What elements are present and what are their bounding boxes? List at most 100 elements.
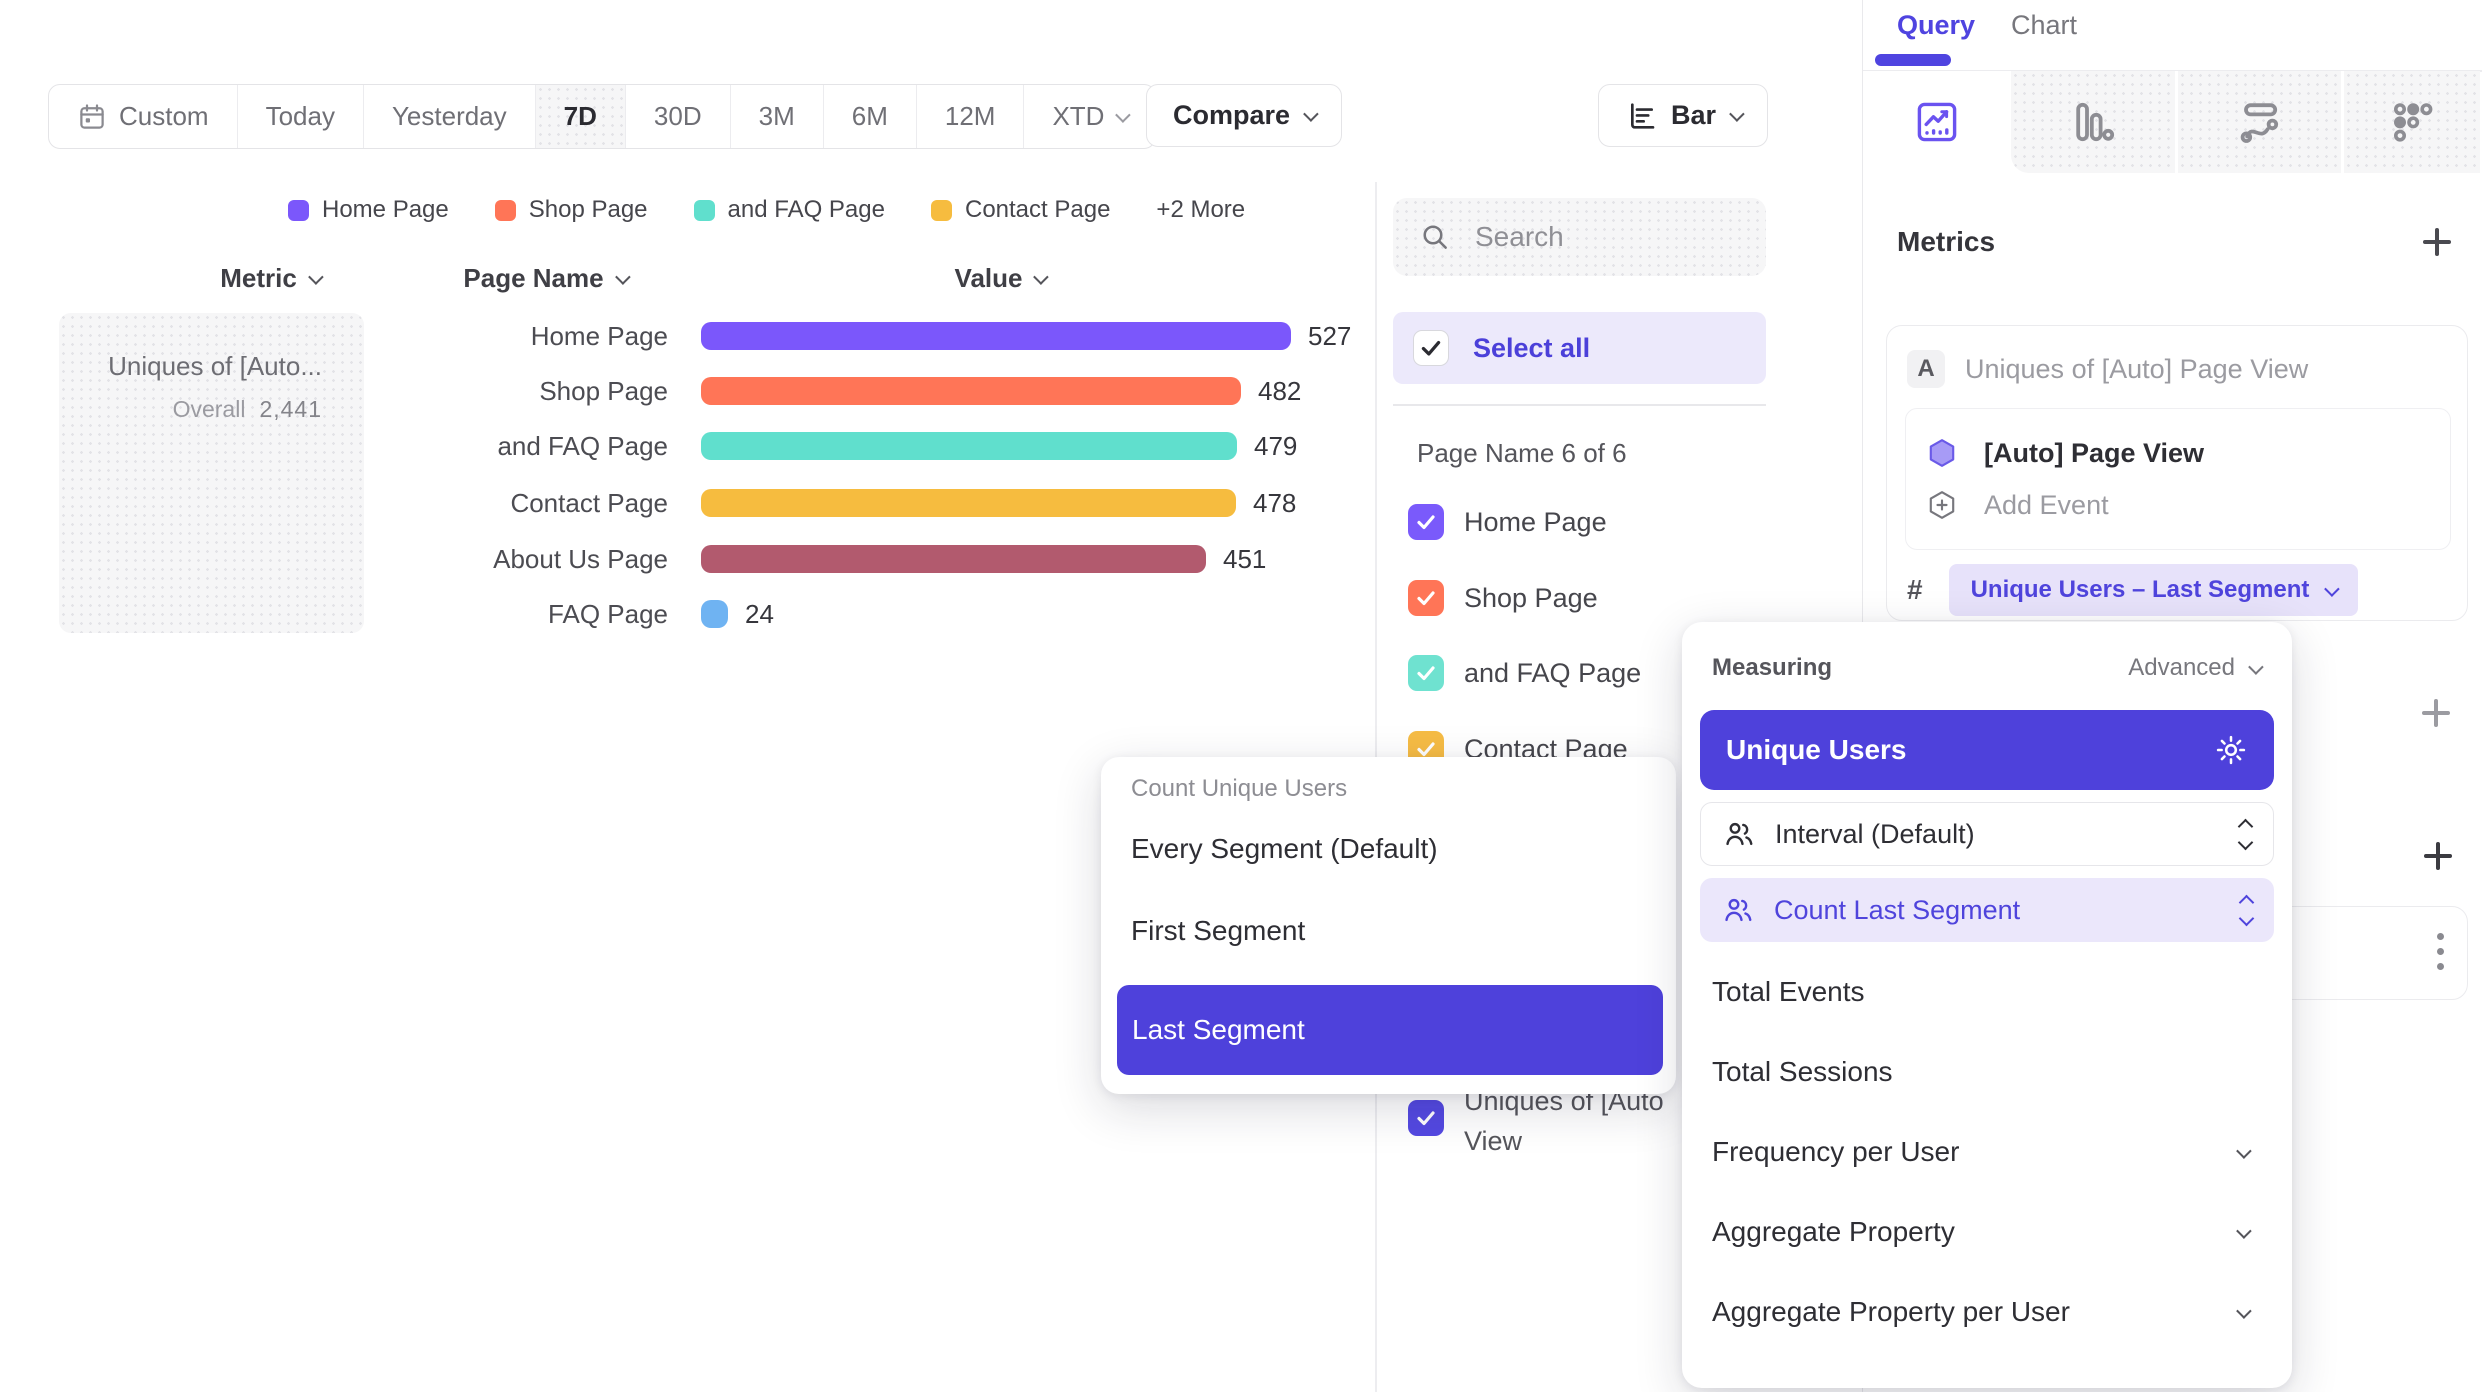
- measure-aggregate-property-per-user[interactable]: Aggregate Property per User: [1712, 1296, 2262, 1328]
- tab-chart[interactable]: Chart: [2011, 10, 2077, 41]
- select-all-label: Select all: [1473, 333, 1590, 364]
- table-row: Shop Page 482: [0, 377, 1301, 405]
- search-box[interactable]: [1393, 198, 1766, 276]
- measure-total-events[interactable]: Total Events: [1712, 976, 2262, 1008]
- measure-unique-users-selected[interactable]: Unique Users: [1700, 710, 2274, 790]
- metrics-heading: Metrics: [1897, 226, 1995, 258]
- add-event-row[interactable]: Add Event: [1906, 479, 2450, 531]
- report-tab-insights[interactable]: [1863, 71, 2011, 173]
- checkbox-checked[interactable]: [1408, 1100, 1444, 1136]
- funnels-bars-icon: [2069, 98, 2117, 146]
- search-input[interactable]: [1473, 220, 1717, 254]
- stepper-icon[interactable]: [2240, 821, 2251, 848]
- date-range-12m[interactable]: 12M: [917, 85, 1025, 148]
- insights-chart-icon: [1913, 98, 1961, 146]
- bar-shop-page[interactable]: [701, 377, 1241, 405]
- column-header-page-name[interactable]: Page Name: [400, 262, 690, 294]
- option-every-segment[interactable]: Every Segment (Default): [1131, 833, 1438, 865]
- option-last-segment-selected[interactable]: Last Segment: [1117, 985, 1663, 1075]
- popup-title: Measuring: [1712, 654, 1832, 682]
- bar-value: 482: [1258, 376, 1301, 407]
- count-last-segment-row[interactable]: Count Last Segment: [1700, 878, 2274, 942]
- option-first-segment[interactable]: First Segment: [1131, 915, 1305, 947]
- select-all-checkbox[interactable]: [1413, 330, 1449, 366]
- chart-type-dropdown[interactable]: Bar: [1598, 84, 1768, 147]
- bar-faq-page[interactable]: [701, 600, 728, 628]
- date-range-xtd[interactable]: XTD: [1024, 85, 1155, 148]
- measure-total-sessions[interactable]: Total Sessions: [1712, 1056, 2262, 1088]
- advanced-toggle[interactable]: Advanced: [2128, 654, 2260, 682]
- date-range-30d[interactable]: 30D: [626, 85, 731, 148]
- chevron-down-icon: [2248, 659, 2264, 675]
- measure-frequency-per-user[interactable]: Frequency per User: [1712, 1136, 2262, 1168]
- divider: [1393, 404, 1766, 406]
- compare-button[interactable]: Compare: [1146, 84, 1342, 147]
- retention-dots-icon: [2388, 98, 2436, 146]
- legend-swatch: [931, 200, 952, 221]
- chevron-down-icon: [2236, 1303, 2252, 1319]
- calendar-icon: [77, 102, 107, 132]
- report-tab-retention[interactable]: [2341, 71, 2480, 173]
- bar-value: 478: [1253, 488, 1296, 519]
- table-row: Home Page 527: [0, 322, 1351, 350]
- checkbox-checked[interactable]: [1408, 655, 1444, 691]
- legend-more[interactable]: +2 More: [1156, 196, 1245, 224]
- chevron-down-icon: [308, 269, 324, 285]
- report-tab-funnels[interactable]: [2011, 71, 2175, 173]
- add-metric-icon[interactable]: [2421, 226, 2453, 258]
- legend-swatch: [694, 200, 715, 221]
- measuring-popup: Measuring Advanced Unique Users Interval…: [1682, 622, 2292, 1388]
- hexagon-event-icon: [1926, 437, 1958, 469]
- hexagon-plus-icon: [1926, 489, 1958, 521]
- event-card: [Auto] Page View Add Event: [1905, 408, 2451, 550]
- filter-item-uniques-label: View: [1464, 1126, 1522, 1157]
- checkbox-checked[interactable]: [1408, 504, 1444, 540]
- people-icon: [1722, 894, 1754, 926]
- report-tab-flows[interactable]: [2175, 71, 2341, 173]
- chart-legend: Home Page Shop Page and FAQ Page Contact…: [288, 196, 1245, 224]
- legend-item[interactable]: Shop Page: [495, 196, 648, 224]
- measure-aggregate-property[interactable]: Aggregate Property: [1712, 1216, 2262, 1248]
- select-all-row[interactable]: Select all: [1393, 312, 1766, 384]
- add-breakdown-icon[interactable]: [2422, 840, 2454, 872]
- bar-contact-page[interactable]: [701, 489, 1236, 517]
- measurement-pill[interactable]: Unique Users – Last Segment: [1949, 564, 2359, 616]
- chevron-down-icon: [1729, 106, 1745, 122]
- date-range-custom-label: Custom: [119, 101, 209, 132]
- event-row[interactable]: [Auto] Page View: [1906, 427, 2450, 479]
- metric-card[interactable]: A Uniques of [Auto] Page View [Auto] Pag…: [1886, 325, 2468, 621]
- column-header-value[interactable]: Value: [860, 262, 1140, 294]
- date-range-7d[interactable]: 7D: [536, 85, 626, 148]
- search-icon: [1419, 221, 1451, 253]
- legend-item[interactable]: Home Page: [288, 196, 449, 224]
- stepper-icon[interactable]: [2241, 897, 2252, 924]
- date-range-6m[interactable]: 6M: [824, 85, 917, 148]
- people-icon: [1723, 818, 1755, 850]
- number-format-icon: #: [1907, 574, 1923, 606]
- column-header-metric[interactable]: Metric: [120, 262, 420, 294]
- kebab-menu-icon[interactable]: [2437, 933, 2444, 970]
- filter-item-shop-page[interactable]: Shop Page: [1408, 580, 1598, 616]
- interval-default-row[interactable]: Interval (Default): [1700, 802, 2274, 866]
- bar-about-us-page[interactable]: [701, 545, 1206, 573]
- checkbox-checked[interactable]: [1408, 580, 1444, 616]
- metric-cell[interactable]: Uniques of [Auto... Overall2,441: [59, 313, 364, 633]
- filter-item-uniques-metric[interactable]: [1408, 1100, 1444, 1136]
- filter-item-home-page[interactable]: Home Page: [1408, 504, 1607, 540]
- date-range-yesterday[interactable]: Yesterday: [364, 85, 536, 148]
- bar-and-faq-page[interactable]: [701, 432, 1237, 460]
- legend-item[interactable]: and FAQ Page: [694, 196, 885, 224]
- bar-home-page[interactable]: [701, 322, 1291, 350]
- filter-item-and-faq-page[interactable]: and FAQ Page: [1408, 655, 1641, 691]
- legend-item[interactable]: Contact Page: [931, 196, 1110, 224]
- date-range-3m[interactable]: 3M: [731, 85, 824, 148]
- date-range-custom[interactable]: Custom: [49, 85, 238, 148]
- active-tab-underline: [1875, 54, 1951, 66]
- flows-icon: [2236, 98, 2284, 146]
- add-filter-icon[interactable]: [2420, 697, 2452, 729]
- date-range-today[interactable]: Today: [238, 85, 364, 148]
- tab-query[interactable]: Query: [1897, 10, 1975, 41]
- group-count-label: Page Name 6 of 6: [1417, 438, 1627, 469]
- gear-icon[interactable]: [2214, 733, 2248, 767]
- chevron-down-icon: [2324, 581, 2340, 597]
